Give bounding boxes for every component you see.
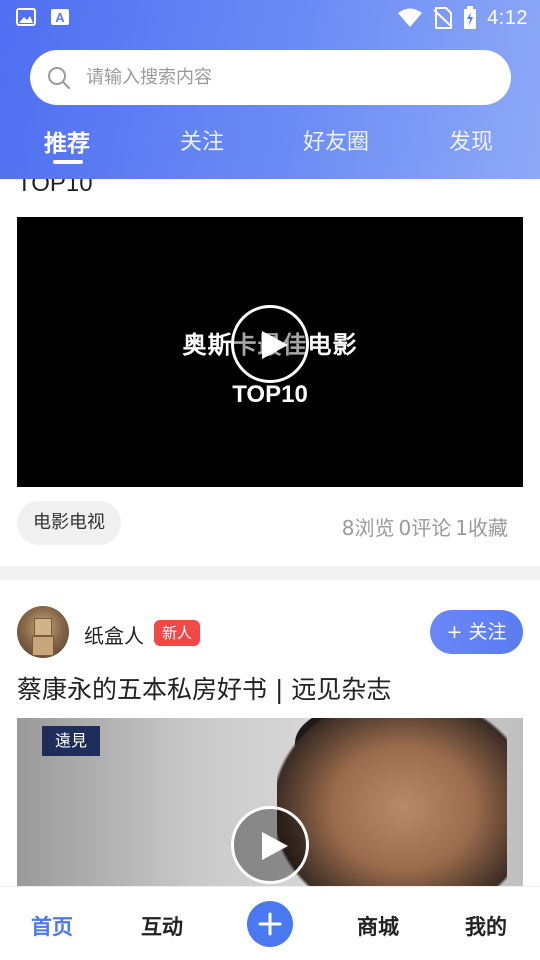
play-button[interactable] — [231, 806, 309, 884]
header: A 4:12 推荐 关注 好友圈 发现 — [0, 0, 540, 179]
play-icon — [262, 331, 288, 359]
tab-discover[interactable]: 发现 — [449, 124, 493, 156]
nav-home[interactable]: 首页 — [31, 911, 73, 941]
avatar[interactable] — [17, 606, 69, 658]
video-thumbnail-person — [277, 718, 507, 888]
nav-mall[interactable]: 商城 — [357, 911, 399, 941]
video-player[interactable]: 遠見 — [17, 718, 523, 888]
no-sim-icon — [433, 7, 453, 29]
follow-button[interactable]: + 关注 — [430, 610, 523, 654]
image-icon — [16, 8, 36, 26]
section-divider — [0, 566, 540, 580]
status-bar: A 4:12 — [0, 0, 540, 36]
add-button[interactable] — [247, 901, 293, 947]
plus-icon — [258, 912, 282, 936]
wifi-icon — [398, 8, 423, 27]
video-player[interactable]: 奥斯卡最佳电影 TOP10 — [17, 217, 523, 487]
comments-count: 0评论 — [398, 516, 452, 540]
a-text-icon: A — [51, 9, 69, 25]
video-overlay-subtitle: TOP10 — [232, 381, 308, 408]
magazine-logo: 遠見 — [42, 726, 100, 756]
search-icon — [48, 66, 70, 89]
search-input[interactable] — [86, 67, 466, 88]
category-tag[interactable]: 电影电视 — [17, 501, 121, 545]
tab-recommend[interactable]: 推荐 — [44, 124, 90, 158]
nav-interact[interactable]: 互动 — [141, 911, 183, 941]
search-bar[interactable] — [30, 50, 511, 105]
post-title[interactable]: 蔡康永的五本私房好书 | 远见杂志 — [17, 670, 391, 706]
bottom-nav: 首页 互动 商城 我的 — [0, 886, 540, 960]
play-button[interactable] — [231, 305, 309, 383]
top-tabs: 推荐 关注 好友圈 发现 — [0, 118, 540, 166]
post-stats: 8浏览 0评论 1收藏 — [342, 512, 508, 541]
play-icon — [262, 832, 288, 860]
new-user-badge: 新人 — [154, 620, 201, 646]
views-count: 8浏览 — [341, 516, 395, 540]
status-time: 4:12 — [487, 6, 528, 29]
favorites-count: 1收藏 — [455, 516, 508, 540]
tab-indicator — [53, 160, 83, 164]
svg-text:A: A — [55, 10, 65, 25]
author-name[interactable]: 纸盒人 — [84, 620, 144, 649]
nav-me[interactable]: 我的 — [465, 911, 507, 941]
tab-friends[interactable]: 好友圈 — [303, 124, 369, 156]
tab-follow[interactable]: 关注 — [180, 124, 224, 156]
battery-charging-icon — [464, 6, 477, 29]
